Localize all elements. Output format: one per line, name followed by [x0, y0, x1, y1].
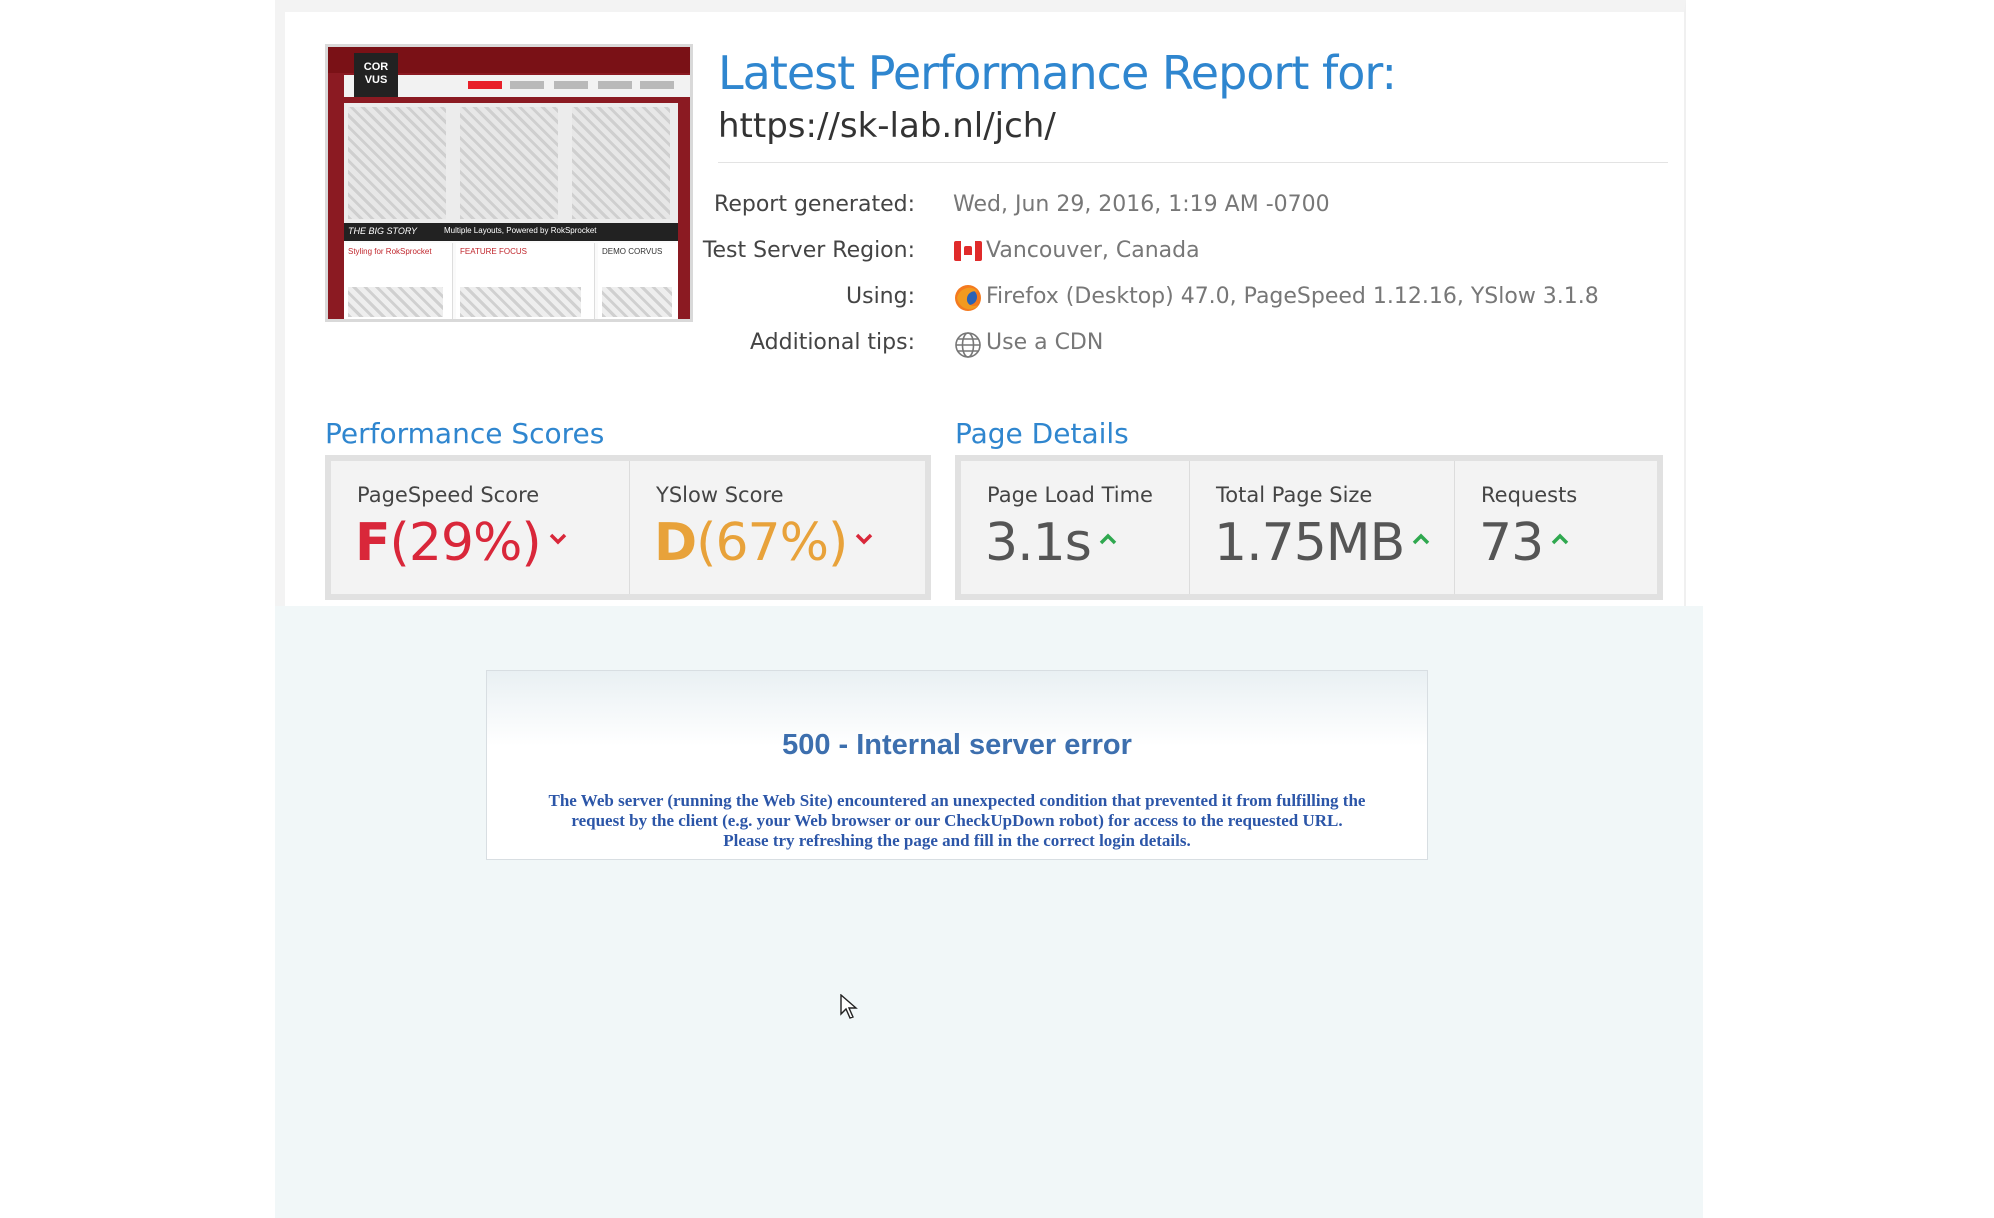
- pagespeed-score-cell[interactable]: PageSpeed Score F(29%): [331, 461, 630, 594]
- pagespeed-score-label: PageSpeed Score: [357, 483, 540, 507]
- total-page-size-cell[interactable]: Total Page Size 1.75MB: [1190, 461, 1455, 594]
- thumbnail-nav-item: [598, 81, 632, 89]
- yslow-score-cell[interactable]: YSlow Score D(67%): [630, 461, 925, 594]
- error-message-line: The Web server (running the Web Site) en…: [548, 791, 1366, 810]
- page-details-title: Page Details: [955, 417, 1129, 450]
- using-value: Firefox (Desktop) 47.0, PageSpeed 1.12.1…: [986, 284, 1599, 309]
- thumbnail-nav-item: [510, 81, 544, 89]
- yslow-score-label: YSlow Score: [656, 483, 784, 507]
- thumbnail-main: THE BIG STORY Multiple Layouts, Powered …: [344, 103, 678, 241]
- thumbnail-column-title: FEATURE FOCUS: [460, 247, 527, 256]
- page-load-time-label: Page Load Time: [987, 483, 1153, 507]
- performance-scores-title: Performance Scores: [325, 417, 605, 450]
- page-load-time-number: 3.1s: [985, 513, 1092, 573]
- pagespeed-grade: F: [355, 513, 391, 573]
- requests-label: Requests: [1481, 483, 1578, 507]
- thumbnail-nav-item: [554, 81, 588, 89]
- error-box: 500 - Internal server error The Web serv…: [486, 670, 1428, 860]
- thumbnail-panel: [460, 107, 558, 219]
- requests-value: 73: [1479, 513, 1569, 573]
- error-message-line: request by the client (e.g. your Web bro…: [571, 811, 1343, 830]
- thumbnail-nav-item: [640, 81, 674, 89]
- report-generated-label: Report generated:: [714, 192, 915, 217]
- error-title: 500 - Internal server error: [782, 729, 1132, 761]
- thumbnail-column: FEATURE FOCUS: [456, 243, 595, 319]
- thumbnail-column-title: Styling for RokSprocket: [348, 247, 432, 256]
- trend-down-icon: [855, 526, 873, 551]
- using-label: Using:: [846, 284, 915, 309]
- trend-up-icon: [1551, 526, 1569, 551]
- total-page-size-label: Total Page Size: [1216, 483, 1373, 507]
- requests-number: 73: [1479, 513, 1544, 573]
- globe-icon: [954, 331, 982, 359]
- server-region-value: Vancouver, Canada: [986, 238, 1200, 263]
- thumbnail-banner-left: THE BIG STORY: [348, 226, 418, 236]
- yslow-percent: (67%): [696, 513, 848, 573]
- trend-up-icon: [1099, 526, 1117, 551]
- thumbnail-nav-item: [468, 81, 502, 89]
- trend-up-icon: [1412, 526, 1430, 551]
- additional-tips-value[interactable]: Use a CDN: [986, 330, 1103, 355]
- page-load-time-value: 3.1s: [985, 513, 1117, 573]
- server-region-label: Test Server Region:: [702, 238, 915, 263]
- pagespeed-percent: (29%): [389, 513, 542, 573]
- page-details-box: Page Load Time 3.1s Total Page Size 1.75…: [955, 455, 1663, 600]
- trend-down-icon: [549, 526, 567, 551]
- canada-flag-icon: [954, 241, 982, 269]
- additional-tips-label: Additional tips:: [749, 330, 915, 355]
- error-message: The Web server (running the Web Site) en…: [495, 791, 1419, 851]
- requests-cell[interactable]: Requests 73: [1455, 461, 1657, 594]
- error-message-line: Please try refreshing the page and fill …: [723, 831, 1191, 850]
- page-load-time-cell[interactable]: Page Load Time 3.1s: [961, 461, 1190, 594]
- thumbnail-panel: [348, 107, 446, 219]
- site-thumbnail[interactable]: COR VUS THE BIG STORY Multiple Layouts, …: [325, 44, 693, 322]
- thumbnail-banner-text: Multiple Layouts, Powered by RokSprocket: [444, 226, 597, 235]
- thumbnail-column-image: [460, 287, 582, 317]
- pagespeed-score-value: F(29%): [355, 513, 567, 573]
- mouse-cursor-icon: [840, 993, 858, 1024]
- performance-scores-box: PageSpeed Score F(29%) YSlow Score D(67%…: [325, 455, 931, 600]
- report-url[interactable]: https://sk-lab.nl/jch/: [718, 106, 1056, 146]
- total-page-size-value: 1.75MB: [1214, 513, 1430, 573]
- total-page-size-number: 1.75MB: [1214, 513, 1405, 573]
- report-title: Latest Performance Report for:: [718, 46, 1397, 100]
- thumbnail-column-image: [348, 287, 444, 317]
- yslow-grade: D: [654, 513, 697, 573]
- thumbnail-logo: COR VUS: [354, 53, 398, 97]
- title-divider: [718, 162, 1668, 163]
- report-generated-value: Wed, Jun 29, 2016, 1:19 AM -0700: [953, 192, 1330, 217]
- report-panel: COR VUS THE BIG STORY Multiple Layouts, …: [275, 0, 1686, 606]
- firefox-icon: [954, 284, 982, 312]
- thumbnail-column: Styling for RokSprocket: [344, 243, 453, 319]
- yslow-score-value: D(67%): [654, 513, 873, 573]
